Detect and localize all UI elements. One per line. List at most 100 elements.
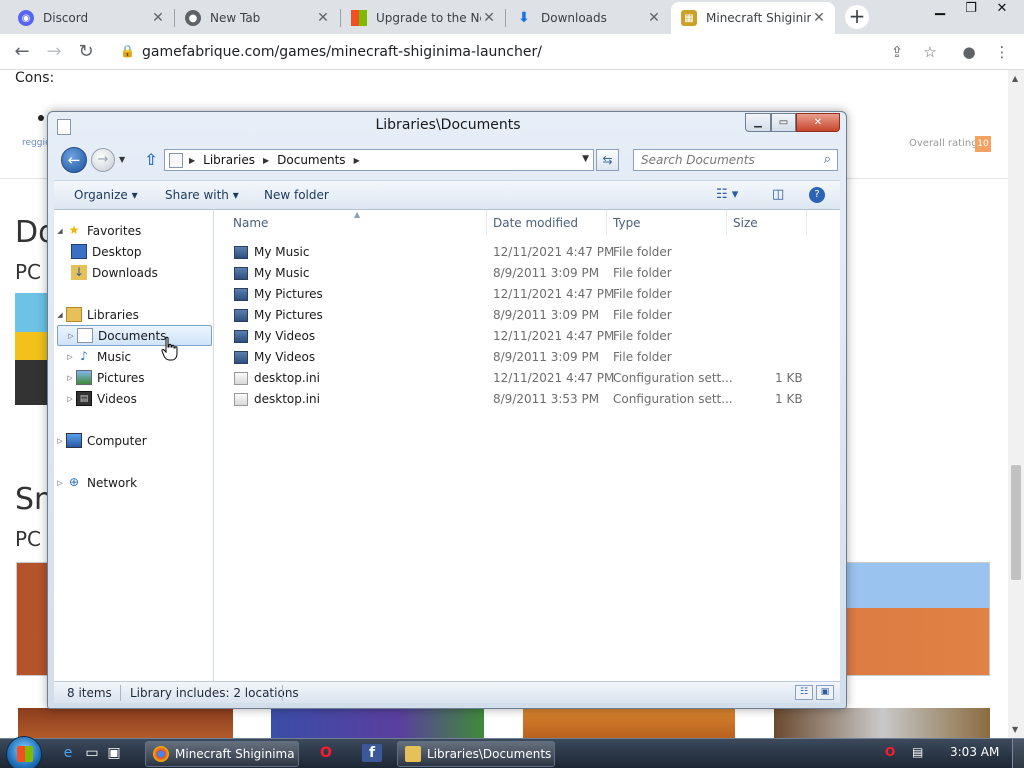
forward-arrow-icon[interactable]: →: [91, 148, 115, 172]
explorer-minimize-button[interactable]: ▁: [745, 113, 771, 132]
share-icon[interactable]: ⇪: [887, 42, 907, 62]
file-row[interactable]: My Pictures 12/11/2021 4:47 PM File folder: [214, 284, 840, 305]
expand-arrow-icon[interactable]: ▷: [64, 395, 76, 403]
explorer-close-button[interactable]: ✕: [796, 113, 840, 132]
show-desktop-quicklaunch-icon[interactable]: ▭: [82, 744, 102, 762]
network-tray-icon[interactable]: ▤: [912, 745, 923, 759]
file-row[interactable]: My Music 8/9/2011 3:09 PM File folder: [214, 263, 840, 284]
column-header-date[interactable]: Date modified: [487, 210, 607, 235]
nav-downloads[interactable]: ↓ Downloads: [54, 262, 212, 283]
file-row[interactable]: My Pictures 8/9/2011 3:09 PM File folder: [214, 305, 840, 326]
opera-tray-icon[interactable]: O: [885, 745, 895, 759]
back-button[interactable]: ←: [10, 41, 34, 63]
search-input[interactable]: Search Documents ⌕: [633, 149, 838, 171]
nav-libraries[interactable]: ◢ Libraries: [54, 304, 212, 325]
close-icon[interactable]: ✕: [811, 10, 827, 26]
address-bar[interactable]: 🔒 gamefabrique.com/games/minecraft-shigi…: [108, 38, 956, 66]
thumbnail-image[interactable]: [271, 708, 484, 738]
address-dropdown-icon[interactable]: ▼: [582, 154, 589, 164]
bookmark-star-icon[interactable]: ☆: [920, 42, 940, 62]
tab-minecraft[interactable]: ▦ Minecraft Shiginim ✕: [671, 2, 835, 34]
refresh-button[interactable]: ⇆: [596, 149, 619, 171]
new-folder-button[interactable]: New folder: [264, 188, 329, 202]
scroll-down-arrow-icon[interactable]: ▼: [1012, 725, 1018, 734]
tab-upgrade[interactable]: Upgrade to the Ne ✕: [341, 2, 505, 34]
nav-music[interactable]: ▷ ♪ Music: [54, 346, 212, 367]
file-row[interactable]: My Videos 8/9/2011 3:09 PM File folder: [214, 347, 840, 368]
nav-pictures[interactable]: ▷ Pictures: [54, 367, 212, 388]
clock[interactable]: 3:03 AM: [950, 745, 999, 759]
maximize-button[interactable]: ❐: [957, 0, 985, 20]
file-row[interactable]: My Videos 12/11/2021 4:47 PM File folder: [214, 326, 840, 347]
close-icon[interactable]: ✕: [481, 10, 497, 26]
column-header-type[interactable]: Type: [607, 210, 727, 235]
profile-icon[interactable]: ●: [959, 42, 979, 62]
large-icons-view-icon[interactable]: ▣: [816, 685, 834, 700]
breadcrumb-arrow-icon[interactable]: ▶: [189, 156, 195, 165]
breadcrumb-arrow-icon[interactable]: ▶: [263, 156, 269, 165]
forward-button[interactable]: →: [42, 41, 66, 63]
expand-arrow-icon[interactable]: ▷: [54, 437, 66, 445]
nav-label: Favorites: [87, 223, 142, 238]
tab-discord[interactable]: ◉ Discord ✕: [8, 2, 174, 34]
nav-computer[interactable]: ▷ Computer: [54, 430, 212, 451]
minimize-button[interactable]: ▁: [926, 0, 954, 20]
tab-strip: ◉ Discord ✕ ● New Tab ✕ Upgrade to the N…: [0, 0, 1024, 34]
start-button[interactable]: [6, 736, 42, 768]
thumbnail-image[interactable]: [18, 708, 233, 738]
thumbnail-image[interactable]: [523, 708, 735, 738]
nav-favorites[interactable]: ◢ ★ Favorites: [54, 220, 212, 241]
breadcrumb-arrow-icon[interactable]: ▶: [354, 156, 360, 165]
share-with-button[interactable]: Share with ▾: [165, 188, 239, 202]
breadcrumb-documents[interactable]: Documents: [277, 153, 345, 167]
nav-network[interactable]: ▷ ⊕ Network: [54, 472, 212, 493]
facebook-icon[interactable]: f: [362, 744, 382, 762]
taskbar-button-chrome[interactable]: Minecraft Shiginima ...: [145, 741, 299, 767]
preview-pane-icon[interactable]: ◫: [772, 187, 784, 202]
help-icon[interactable]: ?: [809, 187, 825, 203]
nav-videos[interactable]: ▷ ▤ Videos: [54, 388, 212, 409]
close-window-button[interactable]: ✕: [988, 0, 1016, 20]
back-arrow-icon[interactable]: ←: [61, 147, 87, 173]
tab-new-tab[interactable]: ● New Tab ✕: [175, 2, 339, 34]
expand-arrow-icon[interactable]: ▷: [54, 479, 66, 487]
close-icon[interactable]: ✕: [315, 10, 331, 26]
close-icon[interactable]: ✕: [150, 10, 166, 26]
tab-downloads[interactable]: ⬇ Downloads ✕: [506, 2, 670, 34]
expand-arrow-icon[interactable]: ◢: [54, 227, 66, 235]
nav-desktop[interactable]: Desktop: [54, 241, 212, 262]
download-icon: ⬇: [518, 10, 530, 26]
new-tab-button[interactable]: +: [845, 5, 869, 29]
expand-arrow-icon[interactable]: ▷: [64, 374, 76, 382]
column-header-size[interactable]: Size: [727, 210, 807, 235]
close-icon[interactable]: ✕: [646, 10, 662, 26]
library-locations[interactable]: Library includes: 2 locations: [130, 686, 299, 700]
breadcrumb-libraries[interactable]: Libraries: [203, 153, 255, 167]
expand-arrow-icon[interactable]: ▷: [65, 332, 77, 340]
up-folder-icon[interactable]: ⇧: [142, 150, 160, 170]
search-icon[interactable]: ⌕: [824, 152, 831, 167]
organize-button[interactable]: Organize ▾: [74, 188, 138, 202]
internet-explorer-icon[interactable]: e: [58, 744, 78, 762]
details-view-icon[interactable]: ☷: [795, 685, 813, 700]
scrollbar-thumb[interactable]: [1011, 465, 1021, 580]
explorer-maximize-button[interactable]: ▭: [771, 113, 796, 132]
views-icon[interactable]: ☷ ▾: [716, 187, 738, 202]
nav-documents[interactable]: ▷ Documents: [57, 325, 212, 346]
scroll-up-arrow-icon[interactable]: ▲: [1012, 74, 1018, 83]
taskbar-button-explorer[interactable]: Libraries\Documents: [397, 741, 555, 767]
switch-windows-icon[interactable]: ▣: [104, 744, 124, 762]
file-row[interactable]: desktop.ini 8/9/2011 3:53 PM Configuration…: [214, 389, 840, 410]
file-row[interactable]: desktop.ini 12/11/2021 4:47 PM Configurati…: [214, 368, 840, 389]
expand-arrow-icon[interactable]: ▷: [64, 353, 76, 361]
reload-button[interactable]: ↻: [74, 41, 98, 63]
expand-arrow-icon[interactable]: ◢: [54, 311, 66, 319]
page-scrollbar[interactable]: ▲ ▼: [1008, 70, 1024, 738]
explorer-address-bar[interactable]: ▶ Libraries ▶ Documents ▶ ▼: [164, 149, 594, 171]
recent-pages-dropdown-icon[interactable]: ▼: [119, 155, 125, 164]
menu-icon[interactable]: ⋮: [992, 42, 1012, 62]
opera-icon[interactable]: O: [316, 744, 336, 762]
show-desktop-button[interactable]: [1012, 739, 1024, 768]
file-row[interactable]: My Music 12/11/2021 4:47 PM File folder: [214, 242, 840, 263]
thumbnail-image[interactable]: [774, 708, 990, 738]
